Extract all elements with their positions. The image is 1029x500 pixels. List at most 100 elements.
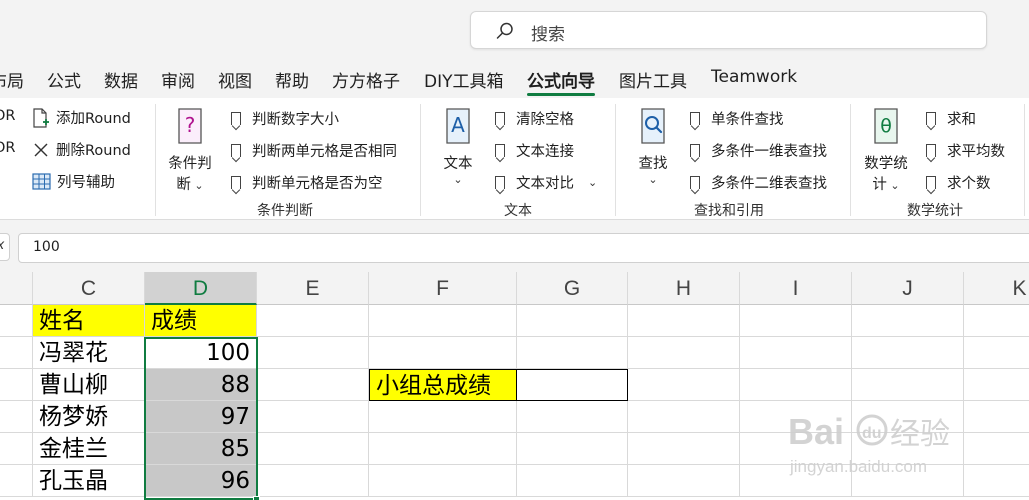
cell-name[interactable]: 曹山柳 [33,369,145,401]
column-header-partial[interactable] [0,272,33,305]
search-box[interactable]: 搜索 [470,11,987,49]
empty-cell[interactable] [517,337,628,369]
cell-total-label[interactable]: 小组总成绩 [369,369,517,401]
empty-cell[interactable] [628,401,740,433]
empty-cell[interactable] [964,369,1029,401]
empty-cell[interactable] [517,433,628,465]
empty-cell[interactable] [257,337,369,369]
tab-formulas[interactable]: 公式 [47,67,81,92]
empty-cell[interactable] [740,369,852,401]
empty-cell[interactable] [0,369,33,401]
cell-name[interactable]: 孔玉晶 [33,465,145,497]
tab-layout[interactable]: 布局 [0,67,24,92]
column-header-e[interactable]: E [257,272,369,305]
cell-d-header[interactable]: 成绩 [145,305,257,337]
empty-cell[interactable] [0,433,33,465]
text-button[interactable]: A 文本 ⌄ [438,108,478,186]
cell-score[interactable]: 85 [145,433,257,465]
bookmark-icon [690,176,700,189]
count-button[interactable]: 求个数 [926,172,991,193]
add-round-button[interactable]: 添加Round [32,107,131,128]
title-bar: 搜索 [0,0,1029,62]
empty-cell[interactable] [628,337,740,369]
column-header-c[interactable]: C [33,272,145,305]
average-button[interactable]: 求平均数 [926,140,1005,161]
single-condition-lookup-button[interactable]: 单条件查找 [690,108,784,129]
empty-cell[interactable] [628,305,740,337]
fill-handle[interactable] [253,496,260,500]
text-compare-button[interactable]: 文本对比 ⌄ [495,172,597,193]
column-header-f[interactable]: F [369,272,517,305]
tab-review[interactable]: 审阅 [161,67,195,92]
empty-cell[interactable] [369,305,517,337]
cell-name[interactable]: 金桂兰 [33,433,145,465]
cell-total-value[interactable] [516,369,628,401]
cell-score[interactable]: 88 [145,369,257,401]
clear-spaces-button[interactable]: 清除空格 [495,108,574,129]
delete-round-button[interactable]: 删除Round [32,139,131,160]
ribbon-cut-item-1[interactable]: OR [0,108,16,124]
empty-cell[interactable] [628,465,740,497]
empty-cell[interactable] [517,401,628,433]
cell-name[interactable]: 杨梦娇 [33,401,145,433]
empty-cell[interactable] [964,305,1029,337]
empty-cell[interactable] [628,369,740,401]
condition-judge-button[interactable]: ? 条件判 断 ⌄ [164,108,216,194]
empty-cell[interactable] [257,369,369,401]
empty-cell[interactable] [0,305,33,337]
column-helper-button[interactable]: 列号辅助 [32,171,115,192]
cell-c-header[interactable]: 姓名 [33,305,145,337]
empty-cell[interactable] [369,465,517,497]
empty-cell[interactable] [0,401,33,433]
tab-help[interactable]: 帮助 [275,67,309,92]
formula-input[interactable]: 100 [18,233,1029,263]
lookup-button[interactable]: 查找 ⌄ [633,108,673,186]
empty-cell[interactable] [628,433,740,465]
empty-cell[interactable] [257,401,369,433]
judge-two-cells-same-button[interactable]: 判断两单元格是否相同 [231,140,397,161]
multi-condition-2d-lookup-button[interactable]: 多条件二维表查找 [690,172,827,193]
empty-cell[interactable] [0,465,33,497]
cell-name[interactable]: 冯翠花 [33,337,145,369]
tab-view[interactable]: 视图 [218,67,252,92]
tab-picture-tools[interactable]: 图片工具 [619,67,687,92]
empty-cell[interactable] [852,337,964,369]
text-join-button[interactable]: 文本连接 [495,140,574,161]
empty-cell[interactable] [517,305,628,337]
empty-cell[interactable] [369,401,517,433]
empty-cell[interactable] [257,465,369,497]
judge-number-size-button[interactable]: 判断数字大小 [231,108,339,129]
judge-cell-empty-button[interactable]: 判断单元格是否为空 [231,172,383,193]
empty-cell[interactable] [852,369,964,401]
column-header-i[interactable]: I [740,272,852,305]
ribbon-cut-item-2[interactable]: OR [0,140,16,156]
empty-cell[interactable] [257,305,369,337]
tab-data[interactable]: 数据 [104,67,138,92]
empty-cell[interactable] [517,465,628,497]
empty-cell[interactable] [740,305,852,337]
column-header-j[interactable]: J [852,272,964,305]
column-header-k[interactable]: K [964,272,1029,305]
empty-cell[interactable] [369,337,517,369]
cell-score[interactable]: 96 [145,465,257,497]
tab-diy-toolbox[interactable]: DIY工具箱 [424,67,504,92]
tab-fangfang[interactable]: 方方格子 [332,67,400,92]
search-icon [496,22,513,39]
sum-button[interactable]: 求和 [926,108,976,129]
tab-formula-wizard[interactable]: 公式向导 [527,67,595,92]
empty-cell[interactable] [740,337,852,369]
empty-cell[interactable] [257,433,369,465]
multi-condition-1d-lookup-button[interactable]: 多条件一维表查找 [690,140,827,161]
cell-score[interactable]: 97 [145,401,257,433]
column-header-g[interactable]: G [517,272,628,305]
empty-cell[interactable] [369,433,517,465]
column-header-d[interactable]: D [145,272,257,305]
column-header-h[interactable]: H [628,272,740,305]
tab-teamwork[interactable]: Teamwork [711,67,797,87]
cell-score[interactable]: 100 [145,337,257,369]
empty-cell[interactable] [964,337,1029,369]
math-stats-button[interactable]: θ 数学统 计 ⌄ [860,108,912,194]
empty-cell[interactable] [852,305,964,337]
bookmark-icon [926,112,936,125]
empty-cell[interactable] [0,337,33,369]
